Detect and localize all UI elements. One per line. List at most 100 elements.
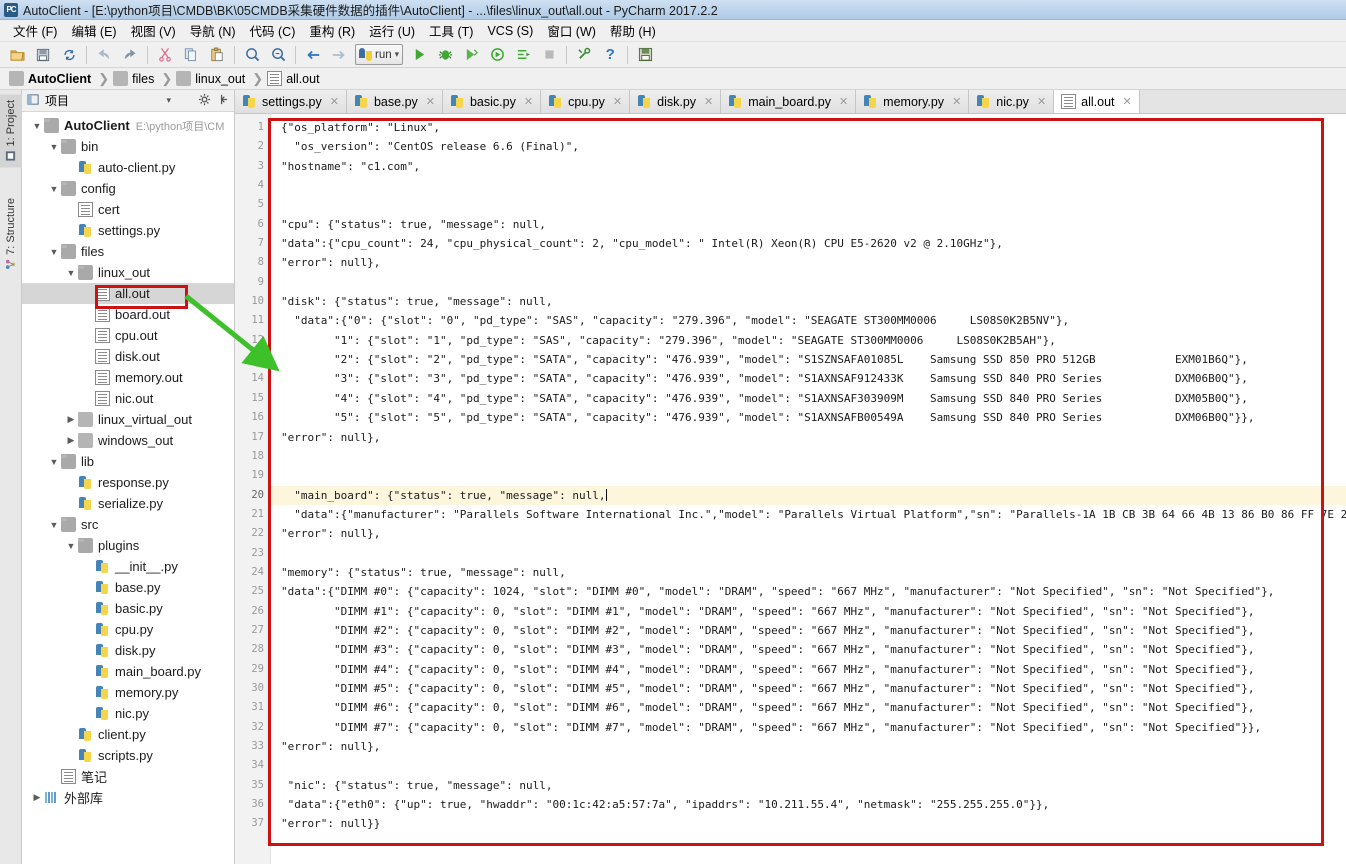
stop-icon[interactable] <box>537 44 561 66</box>
breadcrumb-item-0[interactable]: AutoClient <box>6 70 97 87</box>
tree-node-lib[interactable]: ▼ lib <box>22 451 234 472</box>
tree-node-board-out[interactable]: board.out <box>22 304 234 325</box>
chevron-down-icon[interactable]: ▼ <box>47 247 61 257</box>
menu-item-5[interactable]: 重构 (R) <box>302 19 362 42</box>
menu-item-0[interactable]: 文件 (F) <box>6 19 64 42</box>
tree-node-cpu-out[interactable]: cpu.out <box>22 325 234 346</box>
tree-node-autoclient[interactable]: ▼ AutoClient E:\python项目\CM <box>22 115 234 136</box>
chevron-down-icon[interactable]: ▼ <box>64 541 78 551</box>
close-icon[interactable]: ✕ <box>330 95 339 108</box>
tab-settings-py[interactable]: settings.py ✕ <box>235 90 347 113</box>
tree-node-bin[interactable]: ▼ bin <box>22 136 234 157</box>
sidebar-item-structure[interactable]: 7: Structure <box>0 192 22 276</box>
close-icon[interactable]: ✕ <box>524 95 533 108</box>
chevron-right-icon[interactable]: ▶ <box>64 414 78 425</box>
close-icon[interactable]: ✕ <box>952 95 961 108</box>
tree-node-plugins[interactable]: ▼ plugins <box>22 535 234 556</box>
menu-item-10[interactable]: 帮助 (H) <box>603 19 663 42</box>
tree-node-memory-out[interactable]: memory.out <box>22 367 234 388</box>
tree-node-cert[interactable]: cert <box>22 199 234 220</box>
tab-memory-py[interactable]: memory.py ✕ <box>856 90 970 113</box>
tree-node-files[interactable]: ▼ files <box>22 241 234 262</box>
sync-refresh-icon[interactable] <box>57 44 81 66</box>
tree-node-basic-py[interactable]: basic.py <box>22 598 234 619</box>
debug-icon[interactable] <box>433 44 457 66</box>
tree-node-settings-py[interactable]: settings.py <box>22 220 234 241</box>
chevron-down-icon[interactable]: ▼ <box>30 121 44 131</box>
close-icon[interactable]: ✕ <box>1123 95 1132 108</box>
back-icon[interactable] <box>301 44 325 66</box>
cut-icon[interactable] <box>153 44 177 66</box>
copy-icon[interactable] <box>179 44 203 66</box>
close-icon[interactable]: ✕ <box>839 95 848 108</box>
project-tree[interactable]: ▼ AutoClient E:\python项目\CM ▼ bin auto-client… <box>22 112 234 864</box>
gear-icon[interactable] <box>198 93 211 109</box>
close-icon[interactable]: ✕ <box>1037 95 1046 108</box>
tree-node--[interactable]: ▶ 外部库 <box>22 787 234 808</box>
tree-node--[interactable]: 笔记 <box>22 766 234 787</box>
tree-node-client-py[interactable]: client.py <box>22 724 234 745</box>
chevron-down-icon[interactable]: ▼ <box>64 268 78 278</box>
tree-node-response-py[interactable]: response.py <box>22 472 234 493</box>
tree-node-serialize-py[interactable]: serialize.py <box>22 493 234 514</box>
tree-node-cpu-py[interactable]: cpu.py <box>22 619 234 640</box>
menu-item-8[interactable]: VCS (S) <box>480 22 540 40</box>
close-icon[interactable]: ✕ <box>426 95 435 108</box>
tree-node-scripts-py[interactable]: scripts.py <box>22 745 234 766</box>
forward-icon[interactable] <box>327 44 351 66</box>
paste-icon[interactable] <box>205 44 229 66</box>
breadcrumb-item-2[interactable]: linux_out <box>173 70 251 87</box>
run-configuration-selector[interactable]: run ▾ <box>355 44 404 65</box>
settings-icon[interactable] <box>572 44 596 66</box>
tab-cpu-py[interactable]: cpu.py ✕ <box>541 90 631 113</box>
coverage-icon[interactable] <box>459 44 483 66</box>
tree-node-config[interactable]: ▼ config <box>22 178 234 199</box>
replace-icon[interactable] <box>266 44 290 66</box>
chevron-down-icon[interactable]: ▼ <box>47 142 61 152</box>
tab-nic-py[interactable]: nic.py ✕ <box>969 90 1055 113</box>
sidebar-item-project[interactable]: 1: Project <box>0 94 22 168</box>
chevron-down-icon[interactable]: ▾ <box>395 50 400 59</box>
tree-node-windows-out[interactable]: ▶ windows_out <box>22 430 234 451</box>
find-icon[interactable] <box>240 44 264 66</box>
tab-main-board-py[interactable]: main_board.py ✕ <box>721 90 857 113</box>
open-folder-icon[interactable] <box>5 44 29 66</box>
tree-node-disk-out[interactable]: disk.out <box>22 346 234 367</box>
tab-base-py[interactable]: base.py ✕ <box>346 90 443 113</box>
code-editor[interactable]: 1 2 3 4 5 6 7 8 9 10 11 12 13 14 15 16 17 18 19 20 21 22 23 24 2… <box>235 114 1346 864</box>
chevron-right-icon[interactable]: ▶ <box>64 435 78 446</box>
tab-all-out[interactable]: all.out ✕ <box>1054 90 1140 113</box>
commit-icon[interactable] <box>633 44 657 66</box>
code-text[interactable]: {"os_platform": "Linux", "os_version": "… <box>271 114 1346 864</box>
tree-node-base-py[interactable]: base.py <box>22 577 234 598</box>
menu-item-4[interactable]: 代码 (C) <box>243 19 303 42</box>
chevron-down-icon[interactable]: ▾ <box>166 95 171 106</box>
tree-node-nic-py[interactable]: nic.py <box>22 703 234 724</box>
tree-node-all-out[interactable]: all.out <box>22 283 234 304</box>
close-icon[interactable]: ✕ <box>704 95 713 108</box>
chevron-down-icon[interactable]: ▼ <box>47 520 61 530</box>
chevron-down-icon[interactable]: ▼ <box>47 184 61 194</box>
tree-node-main-board-py[interactable]: main_board.py <box>22 661 234 682</box>
breadcrumb-item-1[interactable]: files <box>110 70 160 87</box>
tree-node-src[interactable]: ▼ src <box>22 514 234 535</box>
tab-basic-py[interactable]: basic.py ✕ <box>442 90 542 113</box>
run-icon[interactable] <box>407 44 431 66</box>
menu-item-6[interactable]: 运行 (U) <box>362 19 422 42</box>
redo-icon[interactable] <box>118 44 142 66</box>
close-icon[interactable]: ✕ <box>613 95 622 108</box>
menu-item-3[interactable]: 导航 (N) <box>183 19 243 42</box>
tree-node-auto-client-py[interactable]: auto-client.py <box>22 157 234 178</box>
tree-node-linux-out[interactable]: ▼ linux_out <box>22 262 234 283</box>
save-all-icon[interactable] <box>31 44 55 66</box>
collapse-all-icon[interactable] <box>216 93 229 109</box>
tree-node-memory-py[interactable]: memory.py <box>22 682 234 703</box>
breadcrumb-item-3[interactable]: all.out <box>264 70 325 87</box>
chevron-right-icon[interactable]: ▶ <box>30 792 44 803</box>
run-with-console-icon[interactable] <box>511 44 535 66</box>
menu-item-9[interactable]: 窗口 (W) <box>540 19 603 42</box>
tree-node-nic-out[interactable]: nic.out <box>22 388 234 409</box>
tree-node-linux-virtual-out[interactable]: ▶ linux_virtual_out <box>22 409 234 430</box>
undo-icon[interactable] <box>92 44 116 66</box>
tree-node-disk-py[interactable]: disk.py <box>22 640 234 661</box>
